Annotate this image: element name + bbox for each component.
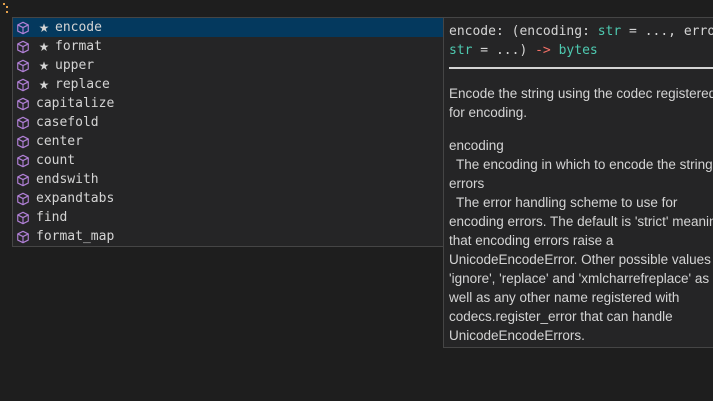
param-name: encoding <box>449 138 504 153</box>
star-icon: ★ <box>38 20 50 35</box>
star-icon: ★ <box>38 58 50 73</box>
editor-area[interactable]: ★ encode ★ format ★ upper ★ replace capi… <box>0 0 713 401</box>
suggestion-label: center <box>36 134 83 149</box>
method-cube-icon <box>17 173 29 186</box>
method-cube-icon <box>17 192 29 205</box>
param-errors: errors The error handling scheme to use … <box>449 174 713 345</box>
param-desc-line: UnicodeEncodeError. Other possible value… <box>449 252 713 267</box>
method-cube-icon <box>17 135 29 148</box>
sig-param-errors: errors <box>683 24 713 39</box>
description-line: for encoding. <box>449 105 528 120</box>
method-cube-icon <box>17 59 29 72</box>
suggestion-item-casefold[interactable]: casefold <box>13 113 444 132</box>
signature-divider <box>449 67 713 69</box>
suggestion-item-endswith[interactable]: endswith <box>13 170 444 189</box>
suggestion-item-center[interactable]: center <box>13 132 444 151</box>
method-cube-icon <box>17 230 29 243</box>
suggestion-item-find[interactable]: find <box>13 208 444 227</box>
suggestion-item-count[interactable]: count <box>13 151 444 170</box>
sig-default-1: = ..., <box>621 24 684 39</box>
suggestion-label: replace <box>55 77 110 92</box>
method-cube-icon <box>17 211 29 224</box>
sig-return-type: bytes <box>558 43 598 58</box>
suggestion-label: encode <box>55 20 102 35</box>
suggestion-item-expandtabs[interactable]: expandtabs <box>13 189 444 208</box>
param-desc-line: 'ignore', 'replace' and 'xmlcharrefrepla… <box>449 271 710 286</box>
method-cube-icon <box>17 21 29 34</box>
method-cube-icon <box>17 78 29 91</box>
method-cube-icon <box>17 40 29 53</box>
suggestion-item-encode[interactable]: ★ encode <box>13 18 444 37</box>
star-icon: ★ <box>38 39 50 54</box>
documentation-text: Encode the string using the codec regist… <box>449 84 713 345</box>
suggestion-item-format-map[interactable]: format_map <box>13 227 444 246</box>
sig-name: encode <box>449 24 496 39</box>
param-encoding: encoding The encoding in which to encode… <box>449 136 713 174</box>
suggestion-item-format[interactable]: ★ format <box>13 37 444 56</box>
suggestion-label: capitalize <box>36 96 115 111</box>
sig-open: : ( <box>495 24 520 39</box>
suggestion-label: format <box>55 39 102 54</box>
method-cube-icon <box>17 154 29 167</box>
suggestion-label: format_map <box>36 229 115 244</box>
suggestion-label: expandtabs <box>36 191 115 206</box>
text-cursor-marker <box>2 2 10 14</box>
sig-arrow: -> <box>535 43 551 58</box>
suggestion-item-capitalize[interactable]: capitalize <box>13 94 444 113</box>
param-desc-line: codecs.register_error that can handle <box>449 309 673 324</box>
param-desc-line: that encoding errors raise a <box>449 233 614 248</box>
suggestion-item-upper[interactable]: ★ upper <box>13 56 444 75</box>
description: Encode the string using the codec regist… <box>449 84 713 122</box>
param-desc-line: The encoding in which to encode the stri… <box>456 157 713 172</box>
param-desc-line: well as any other name registered with <box>449 290 680 305</box>
sig-type-2: str <box>449 43 473 58</box>
suggestion-label: find <box>36 210 68 225</box>
sig-colon-1: : <box>582 24 598 39</box>
suggestion-item-replace[interactable]: ★ replace <box>13 75 444 94</box>
param-name: errors <box>449 176 485 191</box>
suggestion-label: count <box>36 153 76 168</box>
function-signature: encode: (encoding: str = ..., errors: st… <box>449 22 713 60</box>
sig-param-encoding: encoding <box>519 24 583 39</box>
method-cube-icon <box>17 97 29 110</box>
suggestion-list[interactable]: ★ encode ★ format ★ upper ★ replace capi… <box>12 17 445 247</box>
method-cube-icon <box>17 116 29 129</box>
sig-type-1: str <box>597 24 622 39</box>
sig-default-2: = ...) <box>472 43 536 58</box>
param-desc-line: encoding errors. The default is 'strict'… <box>449 214 713 229</box>
suggestion-label: casefold <box>36 115 99 130</box>
description-line: Encode the string using the codec regist… <box>449 86 713 101</box>
suggestion-label: endswith <box>36 172 99 187</box>
star-icon: ★ <box>38 77 50 92</box>
param-desc-line: UnicodeEncodeErrors. <box>449 328 585 343</box>
param-desc-line: The error handling scheme to use for <box>456 195 678 210</box>
documentation-panel: encode: (encoding: str = ..., errors: st… <box>443 17 713 348</box>
suggestion-label: upper <box>55 58 95 73</box>
